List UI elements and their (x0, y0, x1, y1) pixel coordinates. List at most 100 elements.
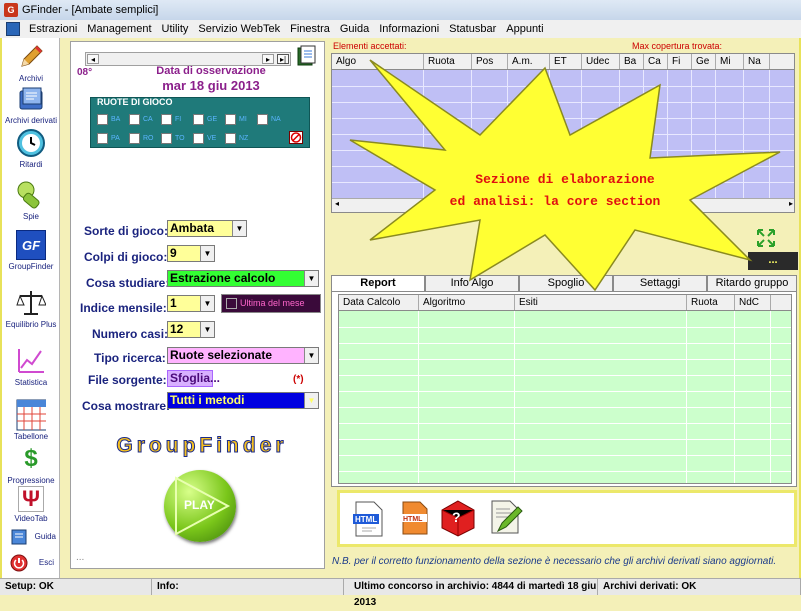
sidebar-item-esci[interactable]: Esci (2, 554, 60, 574)
sidebar-item-videotab[interactable]: Ψ VideoTab (2, 486, 60, 523)
edit-document-icon[interactable] (488, 497, 524, 537)
scroll-end-arrow[interactable]: ▸| (277, 54, 289, 64)
menu-statusbar[interactable]: Statusbar (444, 23, 501, 35)
ruota-checkbox-nz[interactable] (225, 133, 236, 144)
column-header[interactable]: Ba (620, 54, 644, 69)
column-header[interactable]: NdC (735, 295, 771, 310)
sidebar-item-spie[interactable]: Spie (2, 180, 60, 221)
sidebar-item-progressione[interactable]: $ Progressione (2, 444, 60, 485)
column-header[interactable]: Ge (692, 54, 716, 69)
observation-label: Data di osservazione (156, 65, 266, 77)
ruota-checkbox-ca[interactable] (129, 114, 140, 125)
column-header[interactable]: Ruota (687, 295, 735, 310)
column-header[interactable]: Esiti (515, 295, 687, 310)
colpi-select[interactable]: 9 ▼ (167, 245, 215, 262)
scroll-right-arrow[interactable]: ▸ (789, 199, 793, 208)
flashlight-icon (16, 180, 46, 210)
tab-spoglio[interactable]: Spoglio (519, 275, 613, 291)
scroll-left-arrow[interactable]: ◂ (87, 54, 99, 64)
date-scrollbar[interactable]: ◂ ▸ ▸| (85, 52, 291, 66)
grid-line (332, 166, 794, 167)
result-tabs: Report Info Algo Spoglio Settaggi Ritard… (331, 275, 797, 291)
column-header[interactable]: Udec (582, 54, 620, 69)
report-table[interactable]: Data Calcolo Algoritmo Esiti Ruota NdC (338, 294, 792, 484)
column-header[interactable]: Data Calcolo (339, 295, 419, 310)
browse-file-button[interactable]: Sfoglia... (167, 370, 220, 387)
ultima-checkbox-box[interactable] (226, 298, 237, 309)
ruota-label: BA (111, 116, 121, 123)
indice-select[interactable]: 1 ▼ (167, 295, 215, 312)
sidebar-item-archivi[interactable]: Archivi (2, 42, 60, 83)
clear-wheels-button[interactable] (289, 131, 303, 144)
menu-appunti[interactable]: Appunti (501, 23, 548, 35)
mdi-icon[interactable] (6, 22, 20, 36)
column-header[interactable]: Mi (716, 54, 744, 69)
column-header[interactable]: Algo (332, 54, 424, 69)
ruota-checkbox-to[interactable] (161, 133, 172, 144)
sidebar-item-equilibrio-plus[interactable]: Equilibrio Plus (2, 288, 60, 329)
ruota-checkbox-fi[interactable] (161, 114, 172, 125)
column-header[interactable]: Algoritmo (419, 295, 515, 310)
menu-management[interactable]: Management (82, 23, 156, 35)
tab-settaggi[interactable]: Settaggi (613, 275, 707, 291)
tab-ritardo-gruppo[interactable]: Ritardo gruppo (707, 275, 797, 291)
ruota-checkbox-ro[interactable] (129, 133, 140, 144)
tab-info-algo[interactable]: Info Algo (425, 275, 519, 291)
column-header[interactable]: Ruota (424, 54, 472, 69)
observation-date: mar 18 giu 2013 (162, 78, 260, 93)
column-header[interactable]: ET (550, 54, 582, 69)
ruota-checkbox-mi[interactable] (225, 114, 236, 125)
column-header[interactable]: A.m. (508, 54, 550, 69)
menu-informazioni[interactable]: Informazioni (374, 23, 444, 35)
menu-finestra[interactable]: Finestra (285, 23, 335, 35)
menu-servizio-webtek[interactable]: Servizio WebTek (193, 23, 285, 35)
help-dice-icon[interactable]: ? (438, 498, 478, 538)
sidebar-item-label: Spie (22, 212, 39, 221)
column-header[interactable]: Pos (472, 54, 508, 69)
scroll-left-arrow[interactable]: ◂ (335, 199, 339, 208)
more-button[interactable]: ... (748, 252, 798, 270)
ruota-checkbox-na[interactable] (257, 114, 268, 125)
expand-icon[interactable] (756, 228, 776, 248)
sidebar-item-label: Ritardi (19, 160, 43, 169)
sidebar-item-ritardi[interactable]: Ritardi (2, 128, 60, 169)
column-header[interactable]: Fi (668, 54, 692, 69)
grid-line (332, 134, 794, 135)
play-button[interactable]: PLAY (164, 470, 236, 542)
ruota-checkbox-ba[interactable] (97, 114, 108, 125)
menu-utility[interactable]: Utility (157, 23, 194, 35)
casi-select[interactable]: 12 ▼ (167, 321, 215, 338)
html-export-icon[interactable]: HTML (400, 500, 430, 536)
ultima-label: Ultima del mese (240, 298, 305, 308)
sidebar-item-groupfinder[interactable]: GF GroupFinder (2, 230, 60, 271)
scroll-right-arrow[interactable]: ▸ (262, 54, 274, 64)
ruota-checkbox-pa[interactable] (97, 133, 108, 144)
calendar-icon[interactable] (296, 45, 318, 67)
sidebar-item-guida[interactable]: Guida (2, 528, 60, 548)
column-header[interactable]: Na (744, 54, 770, 69)
studiare-select[interactable]: Estrazione calcolo ▼ (167, 270, 319, 287)
ricerca-select[interactable]: Ruote selezionate ▼ (167, 347, 319, 364)
pencil-icon (16, 42, 46, 72)
ruota-label: NZ (239, 135, 249, 142)
accepted-elements-table[interactable]: Algo Ruota Pos A.m. ET Udec Ba Ca Fi Ge Mi Na ◂ ▸ (331, 53, 795, 213)
ruota-checkbox-ve[interactable] (193, 133, 204, 144)
sidebar-item-statistica[interactable]: Statistica (2, 346, 60, 387)
tab-report[interactable]: Report (331, 275, 425, 291)
status-ultimo-concorso: Ultimo concorso in archivio: 4844 di mar… (344, 579, 598, 608)
ricerca-label: Tipo ricerca: (94, 351, 166, 365)
menu-estrazioni[interactable]: Estrazioni (24, 23, 82, 35)
ruota-label: CA (143, 116, 153, 123)
sorte-select[interactable]: Ambata ▼ (167, 220, 247, 237)
html-file-icon[interactable]: HTML (352, 500, 386, 538)
footnote: N.B. per il corretto funzionamento della… (332, 556, 777, 567)
grid-line (770, 311, 771, 483)
mostrare-select[interactable]: Tutti i metodi ▼ (167, 392, 319, 409)
ruota-checkbox-ge[interactable] (193, 114, 204, 125)
column-header[interactable]: Ca (644, 54, 668, 69)
menu-guida[interactable]: Guida (335, 23, 374, 35)
ultima-del-mese-checkbox[interactable]: Ultima del mese (221, 294, 321, 313)
sidebar-item-tabellone[interactable]: Tabellone (2, 399, 60, 441)
sidebar-item-archivi-derivati[interactable]: Archivi derivati (2, 84, 60, 125)
grid-line (339, 343, 791, 344)
